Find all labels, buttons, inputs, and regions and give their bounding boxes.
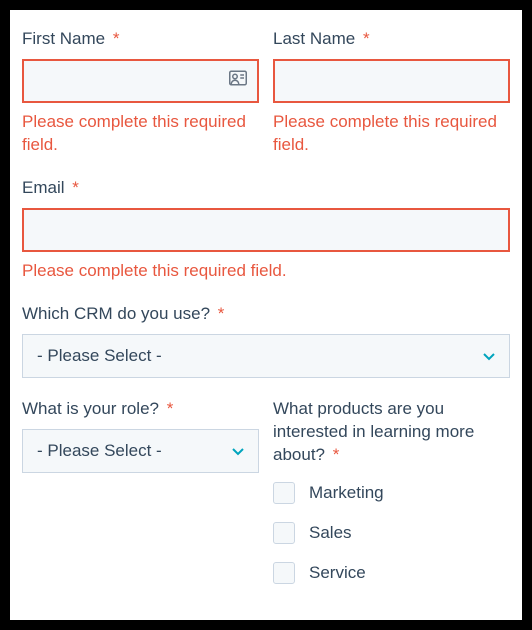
role-products-row: What is your role? * - Please Select - W… — [22, 398, 510, 603]
name-row: First Name * Please complete this requir… — [22, 28, 510, 157]
products-field: What products are you interested in lear… — [273, 398, 510, 603]
caret-down-icon — [232, 441, 244, 461]
caret-down-icon — [483, 346, 495, 366]
first-name-input[interactable] — [22, 59, 259, 103]
form-container: First Name * Please complete this requir… — [10, 10, 522, 620]
checkbox-label-marketing: Marketing — [309, 483, 384, 503]
crm-field: Which CRM do you use? * - Please Select … — [22, 303, 510, 378]
role-field: What is your role? * - Please Select - — [22, 398, 259, 603]
first-name-error: Please complete this required field. — [22, 111, 259, 157]
required-asterisk: * — [218, 304, 225, 323]
required-asterisk: * — [113, 29, 120, 48]
required-asterisk: * — [167, 399, 174, 418]
products-label: What products are you interested in lear… — [273, 398, 510, 467]
last-name-input[interactable] — [273, 59, 510, 103]
checkbox-row-service: Service — [273, 562, 510, 584]
contact-card-icon — [229, 70, 247, 91]
required-asterisk: * — [363, 29, 370, 48]
email-field: Email * Please complete this required fi… — [22, 177, 510, 283]
last-name-label-text: Last Name — [273, 29, 355, 48]
role-label: What is your role? * — [22, 398, 259, 421]
role-label-text: What is your role? — [22, 399, 159, 418]
checkbox-row-sales: Sales — [273, 522, 510, 544]
last-name-error: Please complete this required field. — [273, 111, 510, 157]
required-asterisk: * — [333, 445, 340, 464]
first-name-label-text: First Name — [22, 29, 105, 48]
checkbox-service[interactable] — [273, 562, 295, 584]
role-select[interactable]: - Please Select - — [22, 429, 259, 473]
email-input[interactable] — [22, 208, 510, 252]
crm-label-text: Which CRM do you use? — [22, 304, 210, 323]
last-name-field: Last Name * Please complete this require… — [273, 28, 510, 157]
first-name-field: First Name * Please complete this requir… — [22, 28, 259, 157]
crm-select[interactable]: - Please Select - — [22, 334, 510, 378]
role-select-placeholder: - Please Select - — [37, 441, 162, 461]
checkbox-label-sales: Sales — [309, 523, 352, 543]
checkbox-row-marketing: Marketing — [273, 482, 510, 504]
email-label-text: Email — [22, 178, 65, 197]
checkbox-marketing[interactable] — [273, 482, 295, 504]
checkbox-label-service: Service — [309, 563, 366, 583]
last-name-label: Last Name * — [273, 28, 510, 51]
crm-label: Which CRM do you use? * — [22, 303, 510, 326]
products-checkbox-group: Marketing Sales Service — [273, 482, 510, 602]
products-label-text: What products are you interested in lear… — [273, 399, 474, 464]
first-name-label: First Name * — [22, 28, 259, 51]
required-asterisk: * — [72, 178, 79, 197]
crm-select-placeholder: - Please Select - — [37, 346, 162, 366]
email-error: Please complete this required field. — [22, 260, 510, 283]
email-label: Email * — [22, 177, 510, 200]
checkbox-sales[interactable] — [273, 522, 295, 544]
